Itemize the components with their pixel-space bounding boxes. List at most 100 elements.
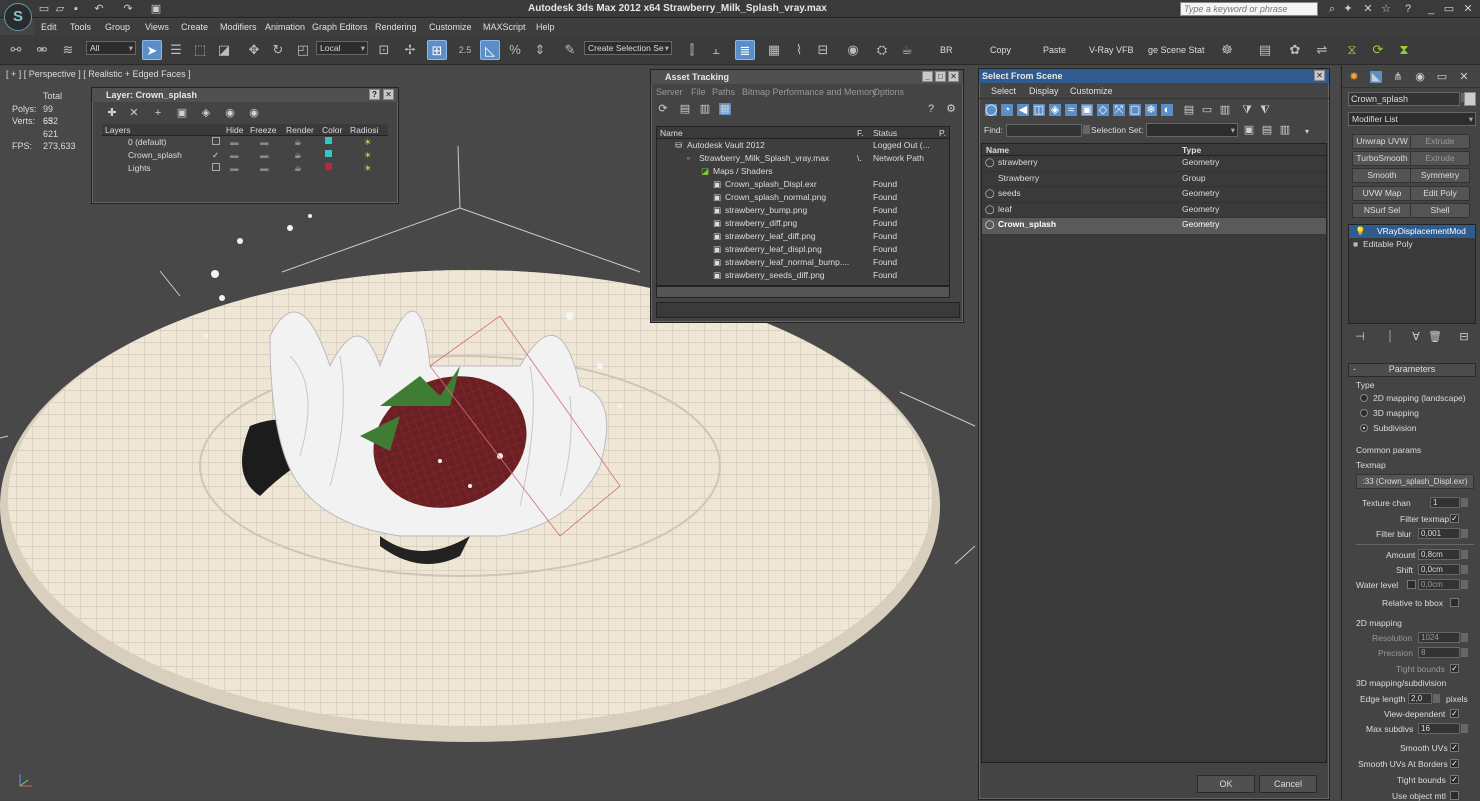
help-icon[interactable]: ?: [369, 89, 380, 100]
amount-spinner[interactable]: 0,8cm: [1418, 549, 1468, 560]
schematic-view-icon[interactable]: ⊟: [813, 40, 833, 60]
unwrap-uvw-button[interactable]: Unwrap UVW: [1352, 134, 1412, 149]
precision-spinner[interactable]: 8: [1418, 647, 1468, 658]
script-d-icon[interactable]: ⧖: [1342, 40, 1362, 60]
layer-manager-icon[interactable]: ≣: [735, 40, 755, 60]
asset-row[interactable]: ◪ Maps / Shaders: [657, 165, 949, 178]
asset-row[interactable]: ▣ strawberry_bump.png Found: [657, 204, 949, 217]
scene-menu-select[interactable]: Select: [991, 86, 1016, 96]
filter-bones-icon[interactable]: ⤧: [1113, 104, 1125, 116]
delete-layer-icon[interactable]: ✕: [128, 107, 140, 119]
rect-selection-icon[interactable]: ⬚: [190, 40, 210, 60]
pin-stack-icon[interactable]: ⊣: [1354, 331, 1366, 343]
water-level-checkbox[interactable]: [1407, 580, 1416, 589]
create-layer-icon[interactable]: ✚: [106, 107, 118, 119]
edit-poly-button[interactable]: Edit Poly: [1410, 186, 1470, 201]
add-to-layer-icon[interactable]: +: [152, 107, 164, 119]
stack-item-vray-displacement[interactable]: 💡 VRayDisplacementMod: [1349, 225, 1475, 238]
scene-window-title[interactable]: Select From Scene ✕: [979, 69, 1329, 83]
rotate-icon[interactable]: ↻: [268, 40, 288, 60]
select-manipulate-icon[interactable]: ✢: [400, 40, 420, 60]
col-name[interactable]: Name: [660, 128, 683, 138]
asset-row[interactable]: ▣ strawberry_leaf_displ.png Found: [657, 243, 949, 256]
find-input[interactable]: [1006, 124, 1090, 137]
col-type[interactable]: Type: [1182, 145, 1201, 155]
object-name-field[interactable]: Crown_splash: [1348, 92, 1468, 106]
select-none-icon[interactable]: ▭: [1201, 104, 1213, 116]
resolution-spinner[interactable]: 1024: [1418, 632, 1468, 643]
render-icon[interactable]: ☸: [1217, 40, 1237, 60]
col-name[interactable]: Name: [986, 145, 1009, 155]
detail-view-icon[interactable]: ▥: [699, 103, 711, 115]
asset-menu-bitmap[interactable]: Bitmap Performance and Memory: [742, 87, 877, 97]
render-setup-icon[interactable]: ⛭: [872, 40, 892, 60]
scale-icon[interactable]: ◰: [293, 40, 313, 60]
scene-row[interactable]: ◯ strawberry Geometry: [982, 156, 1326, 172]
asset-path-field[interactable]: [656, 302, 960, 318]
help-icon[interactable]: ?: [1402, 3, 1414, 15]
close-icon[interactable]: ✕: [1314, 70, 1325, 81]
close-icon[interactable]: ✕: [948, 71, 959, 82]
filter-geometry-icon[interactable]: ◯: [985, 104, 997, 116]
filter-containers-icon[interactable]: ▢: [1129, 104, 1141, 116]
object-color-swatch[interactable]: [1464, 92, 1476, 106]
modify-tab-icon[interactable]: ◣: [1370, 71, 1382, 83]
asset-horizontal-scrollbar[interactable]: [656, 286, 950, 298]
scene-stats-button[interactable]: ge Scene Stat: [1148, 45, 1205, 55]
col-p[interactable]: P.: [939, 128, 946, 138]
favorites-icon[interactable]: ☆: [1380, 3, 1392, 15]
max-subdivs-spinner[interactable]: 16: [1418, 723, 1468, 734]
asset-row[interactable]: ▣ Crown_splash_Displ.exr Found: [657, 178, 949, 191]
selection-filter-dropdown[interactable]: All: [86, 41, 136, 55]
smooth-button[interactable]: Smooth: [1352, 168, 1412, 183]
asset-row[interactable]: ▣ strawberry_leaf_diff.png Found: [657, 230, 949, 243]
edge-length-spinner[interactable]: 2,0: [1408, 693, 1440, 704]
extrude-2-button[interactable]: Extrude: [1410, 151, 1470, 166]
br-label[interactable]: BR: [940, 45, 953, 55]
script-a-icon[interactable]: ▤: [1255, 40, 1275, 60]
shell-button[interactable]: Shell: [1410, 203, 1470, 218]
align-icon[interactable]: ⫠: [706, 40, 726, 60]
ok-button[interactable]: OK: [1197, 775, 1255, 793]
snaps-toggle-icon[interactable]: 2.5: [455, 40, 475, 60]
selection-set-dropdown[interactable]: [1146, 123, 1238, 137]
script-f-icon[interactable]: ⧗: [1394, 40, 1414, 60]
create-tab-icon[interactable]: ✸: [1348, 71, 1360, 83]
turbosmooth-button[interactable]: TurboSmooth: [1352, 151, 1412, 166]
angle-snap-icon[interactable]: ◺: [480, 40, 500, 60]
close-icon[interactable]: ✕: [383, 89, 394, 100]
new-file-icon[interactable]: ▭: [38, 3, 50, 15]
filter-options-icon[interactable]: ⧨: [1259, 104, 1271, 116]
minimize-icon[interactable]: _: [922, 71, 933, 82]
script-c-icon[interactable]: ⇌: [1312, 40, 1332, 60]
col-render[interactable]: Render: [286, 125, 314, 135]
bind-space-warp-icon[interactable]: ≋: [58, 40, 78, 60]
script-b-icon[interactable]: ✿: [1285, 40, 1305, 60]
undo-icon[interactable]: ↶: [93, 3, 105, 15]
utilities-tab-icon[interactable]: ✕: [1458, 71, 1470, 83]
save-file-icon[interactable]: ▪: [70, 3, 82, 15]
graphite-modeling-icon[interactable]: ▦: [764, 40, 784, 60]
parameters-rollout-header[interactable]: Parameters -: [1348, 363, 1476, 377]
asset-menu-options[interactable]: Options: [873, 87, 904, 97]
col-layers[interactable]: Layers: [105, 125, 131, 135]
redo-icon[interactable]: ↷: [122, 3, 134, 15]
uvw-map-button[interactable]: UVW Map: [1352, 186, 1412, 201]
modifier-list-dropdown[interactable]: Modifier List: [1348, 112, 1476, 126]
display-tab-icon[interactable]: ▭: [1436, 71, 1448, 83]
filter-xrefs-icon[interactable]: ◇: [1097, 104, 1109, 116]
texture-chan-spinner[interactable]: 1: [1430, 497, 1468, 508]
app-logo-icon[interactable]: S: [4, 3, 32, 31]
radio-2d-mapping[interactable]: [1360, 394, 1368, 402]
keyboard-shortcut-override-icon[interactable]: ⊞: [427, 40, 447, 60]
table-view-icon[interactable]: ▦: [719, 103, 731, 115]
select-object-icon[interactable]: ➤: [142, 40, 162, 60]
freeze-all-icon[interactable]: ◉: [248, 107, 260, 119]
menu-customize[interactable]: Customize: [429, 22, 472, 32]
filter-spacewarps-icon[interactable]: ≈: [1065, 104, 1077, 116]
asset-row[interactable]: ▣ strawberry_seeds_diff.png Found: [657, 269, 949, 282]
filter-lights-icon[interactable]: ◀: [1017, 104, 1029, 116]
menu-rendering[interactable]: Rendering: [375, 22, 417, 32]
select-invert-icon[interactable]: ▥: [1219, 104, 1231, 116]
stack-item-editable-poly[interactable]: ■ Editable Poly: [1349, 238, 1475, 251]
